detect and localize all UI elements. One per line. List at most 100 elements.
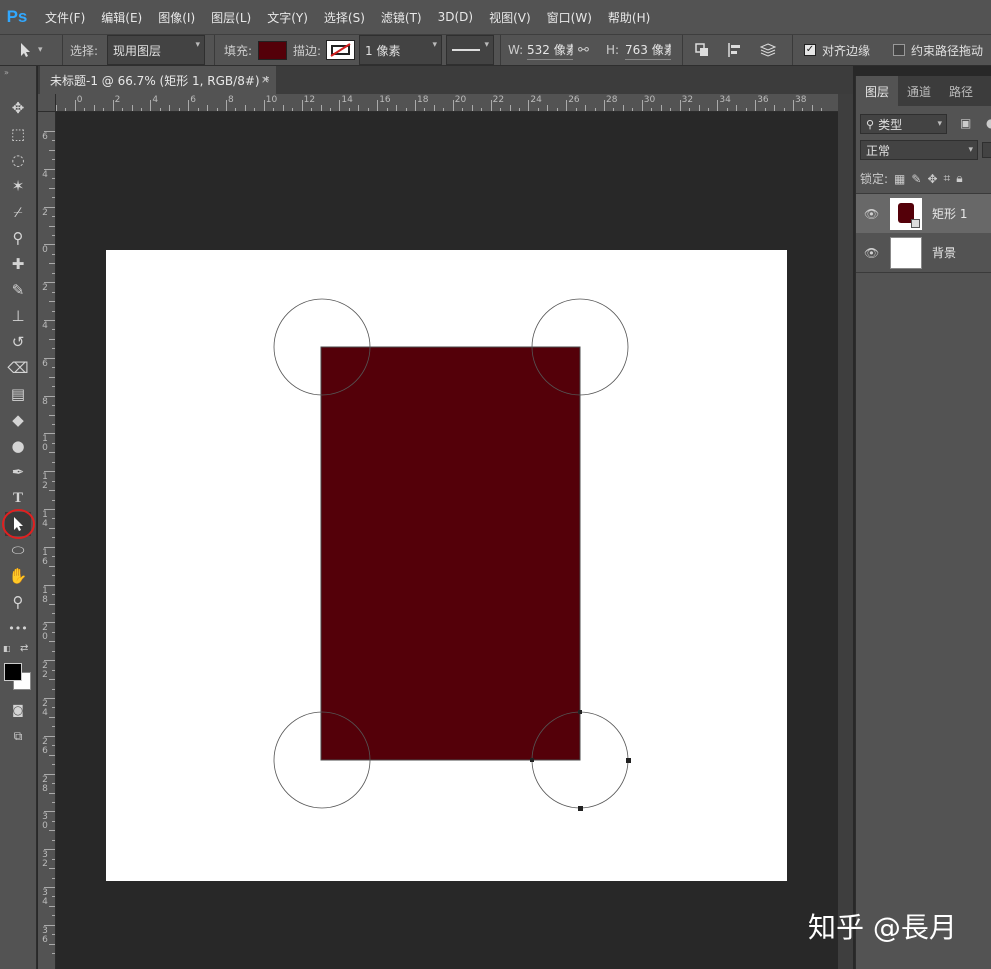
ruler-label: 24 (42, 699, 48, 718)
layer-filter-dropdown[interactable]: ⚲ 类型 ▾ (860, 114, 947, 134)
tab-channels[interactable]: 通道 (898, 76, 940, 106)
ruler-minor-tick (49, 187, 55, 189)
layer-row-background[interactable]: 👁︎ 背景 (856, 233, 991, 272)
menu-type[interactable]: 文字(Y) (267, 9, 308, 26)
constrain-path-checkbox[interactable]: 约束路径拖动 (893, 35, 983, 65)
lock-artboard-icon[interactable]: ⌗ (944, 171, 951, 186)
anchor-point[interactable] (578, 710, 582, 714)
align-edges-checkbox[interactable]: ✓ 对齐边缘 (804, 35, 870, 65)
visibility-eye-icon[interactable]: 👁︎ (864, 207, 879, 221)
ruler-minor-tick (811, 105, 813, 111)
height-field[interactable]: 763 像素 (625, 40, 671, 60)
eyedropper-tool-icon[interactable]: ⚲ (5, 226, 31, 250)
lasso-tool-icon[interactable]: ◌ (5, 148, 31, 172)
divider (682, 35, 683, 65)
screen-mode-icon[interactable]: ⧉ (5, 724, 31, 748)
move-tool-icon[interactable]: ✥ (5, 96, 31, 120)
menu-edit[interactable]: 编辑(E) (101, 9, 142, 26)
ruler-minor-tick (49, 641, 55, 643)
visibility-eye-icon[interactable]: 👁︎ (864, 246, 879, 260)
image-filter-icon[interactable]: ▣ (960, 116, 971, 130)
chevron-down-icon: ▾ (432, 40, 437, 50)
document-tab-bar: 未标题-1 @ 66.7% (矩形 1, RGB/8#) * × (38, 66, 853, 94)
opacity-field[interactable] (982, 142, 991, 158)
zoom-tool-icon[interactable]: ⚲ (5, 590, 31, 614)
fill-color-swatch[interactable] (258, 41, 287, 60)
menu-view[interactable]: 视图(V) (489, 9, 531, 26)
panel-collapse-icon[interactable]: » (4, 68, 9, 77)
lock-transparent-icon[interactable]: ▦ (894, 172, 905, 186)
ruler-minor-tick (49, 565, 55, 567)
menu-help[interactable]: 帮助(H) (608, 9, 650, 26)
ruler-minor-tick (736, 105, 738, 111)
ruler-tick (301, 100, 303, 111)
foreground-color-swatch[interactable] (4, 663, 22, 681)
stroke-type-dropdown[interactable]: ▾ (446, 35, 494, 65)
layer-name[interactable]: 矩形 1 (932, 205, 967, 222)
anchor-point[interactable] (530, 758, 534, 762)
quick-mask-icon[interactable]: ◙ (5, 698, 31, 722)
magic-wand-tool-icon[interactable]: ✶ (5, 174, 31, 198)
width-field[interactable]: 532 像素 (527, 40, 573, 60)
menu-window[interactable]: 窗口(W) (547, 9, 592, 26)
adjustment-filter-icon[interactable]: ◐ (986, 116, 991, 130)
blend-mode-dropdown[interactable]: 正常 ▾ (860, 140, 978, 160)
marquee-tool-icon[interactable]: ⬚ (5, 122, 31, 146)
more-tools-icon[interactable]: ••• (5, 616, 31, 640)
link-icon[interactable]: ⚯ (578, 35, 589, 65)
ruler-minor-tick (55, 105, 57, 111)
ruler-tick (150, 100, 152, 111)
blur-tool-icon[interactable]: ◆ (5, 408, 31, 432)
stroke-width-dropdown[interactable]: 1 像素 ▾ (359, 35, 442, 65)
document-canvas-area[interactable] (56, 112, 838, 969)
align-edges-label: 对齐边缘 (822, 43, 871, 58)
crop-tool-icon[interactable]: ⌿ (5, 200, 31, 224)
clone-stamp-tool-icon[interactable]: ⊥ (5, 304, 31, 328)
menu-layer[interactable]: 图层(L) (211, 9, 251, 26)
menu-filter[interactable]: 滤镜(T) (381, 9, 422, 26)
ruler-minor-tick (49, 452, 55, 454)
brush-tool-icon[interactable]: ✎ (5, 278, 31, 302)
ellipse-tool-icon[interactable]: ⬭ (5, 538, 31, 562)
type-tool-icon[interactable]: T (5, 486, 31, 510)
menu-3d[interactable]: 3D(D) (438, 10, 473, 24)
close-icon[interactable]: × (261, 73, 270, 86)
unchecked-box-icon (893, 44, 905, 56)
vertical-ruler: 6 4 2 0 2 4 6 8 10 12 14 16 18 20 22 24 26 28 30 32 34 36 (38, 112, 56, 969)
ruler-tick (339, 100, 341, 111)
menu-select[interactable]: 选择(S) (324, 9, 365, 26)
ruler-origin[interactable] (38, 94, 56, 112)
select-label: 选择: (70, 43, 99, 58)
gradient-tool-icon[interactable]: ▤ (5, 382, 31, 406)
anchor-point[interactable] (626, 758, 631, 763)
hand-tool-icon[interactable]: ✋ (5, 564, 31, 588)
stroke-color-swatch[interactable] (326, 40, 355, 60)
path-alignment-icon[interactable] (726, 35, 744, 65)
lock-image-icon[interactable]: ✎ (911, 172, 921, 186)
layer-row-rectangle[interactable]: 👁︎ 矩形 1 (856, 194, 991, 233)
eraser-tool-icon[interactable]: ⌫ (5, 356, 31, 380)
lock-position-icon[interactable]: ✥ (927, 172, 937, 186)
select-dropdown[interactable]: 现用图层 ▾ (107, 35, 205, 65)
lock-all-icon[interactable]: 🔒︎ (956, 171, 962, 186)
path-operations-icon[interactable] (693, 35, 711, 65)
path-arrangement-icon[interactable] (758, 35, 778, 65)
history-brush-tool-icon[interactable]: ↺ (5, 330, 31, 354)
document-tab[interactable]: 未标题-1 @ 66.7% (矩形 1, RGB/8#) * × (40, 66, 276, 94)
pen-tool-icon[interactable]: ✒ (5, 460, 31, 484)
default-colors-icon[interactable]: ◧ (3, 644, 12, 653)
healing-brush-tool-icon[interactable]: ✚ (5, 252, 31, 276)
rectangle-shape[interactable] (321, 347, 580, 760)
menu-file[interactable]: 文件(F) (45, 9, 85, 26)
tab-paths[interactable]: 路径 (940, 76, 982, 106)
tab-layers[interactable]: 图层 (856, 76, 898, 106)
menu-image[interactable]: 图像(I) (158, 9, 195, 26)
layer-name[interactable]: 背景 (932, 244, 956, 261)
ruler-tick (377, 100, 379, 111)
ruler-label: 8 (228, 95, 234, 105)
anchor-point[interactable] (578, 806, 583, 811)
ruler-label: 4 (152, 95, 159, 105)
swap-colors-icon[interactable]: ⇄ (20, 643, 28, 654)
tool-preset-picker[interactable]: ▾ (18, 35, 54, 65)
dodge-tool-icon[interactable]: ● (5, 434, 31, 458)
